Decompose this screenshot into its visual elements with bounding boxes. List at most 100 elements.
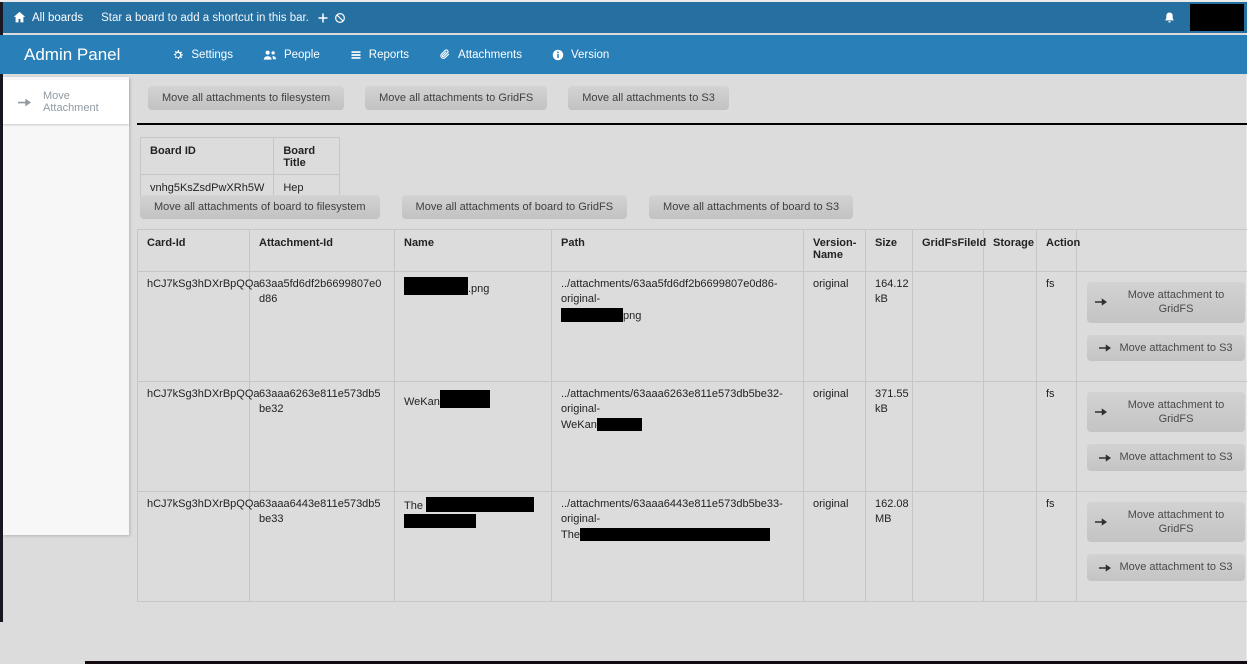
redacted-text xyxy=(580,528,770,541)
redacted-text xyxy=(561,308,623,322)
move-attachment-to-gridfs-button[interactable]: Move attachment to GridFS xyxy=(1087,502,1245,543)
admin-sidebar: Move Attachment xyxy=(3,77,129,535)
name-cell: WeKan xyxy=(395,381,552,491)
attachments-table: Card-Id Attachment-Id Name Path Version-… xyxy=(137,229,1247,602)
sidebar-item-move-attachment[interactable]: Move Attachment xyxy=(3,80,129,124)
move-board-to-gridfs-button[interactable]: Move all attachments of board to GridFS xyxy=(402,195,627,219)
path-cell: ../attachments/63aa5fd6df2b6699807e0d86-… xyxy=(552,272,804,382)
redacted-text xyxy=(597,418,642,431)
admin-tabs: Settings People Reports Attachments Vers… xyxy=(172,48,609,61)
move-attachment-to-s3-button[interactable]: Move attachment to S3 xyxy=(1087,444,1245,470)
arrow-right-icon xyxy=(1095,407,1107,417)
paperclip-icon xyxy=(439,48,451,61)
attachment-row: hCJ7kSg3hDXrBpQQa 63aaa6263e811e573db5be… xyxy=(138,381,1247,491)
attachment-id-cell: 63aa5fd6df2b6699807e0d86 xyxy=(250,272,395,382)
redacted-text xyxy=(440,390,490,408)
all-boards-label: All boards xyxy=(32,12,83,24)
name-cell: The xyxy=(395,491,552,601)
admin-header: Admin Panel Settings People Reports Atta… xyxy=(0,35,1247,74)
move-all-to-s3-button[interactable]: Move all attachments to S3 xyxy=(568,86,729,110)
arrow-right-icon xyxy=(1095,517,1107,527)
tab-attachments[interactable]: Attachments xyxy=(439,48,522,61)
storage-header: Storage xyxy=(984,230,1037,272)
card-id-cell: hCJ7kSg3hDXrBpQQa xyxy=(138,381,250,491)
gridfsfileid-header: GridFsFileId xyxy=(913,230,984,272)
gear-icon xyxy=(172,49,184,61)
list-icon xyxy=(350,49,362,61)
gridfsfileid-cell xyxy=(913,491,984,601)
notifications-bell-icon[interactable] xyxy=(1163,11,1176,25)
action-cell: fs xyxy=(1037,272,1077,382)
arrow-right-icon xyxy=(1099,343,1111,353)
buttons-header xyxy=(1077,230,1247,272)
global-actions: Move all attachments to filesystem Move … xyxy=(148,86,729,110)
storage-cell xyxy=(984,381,1037,491)
action-cell: fs xyxy=(1037,381,1077,491)
version-name-header: Version-Name xyxy=(804,230,866,272)
attachments-header-row: Card-Id Attachment-Id Name Path Version-… xyxy=(138,230,1247,272)
row-actions-cell: Move attachment to GridFS Move attachmen… xyxy=(1077,381,1247,491)
tab-settings[interactable]: Settings xyxy=(172,49,233,61)
info-icon xyxy=(552,49,564,61)
attachment-id-cell: 63aaa6263e811e573db5be32 xyxy=(250,381,395,491)
redacted-user-info xyxy=(1190,4,1244,31)
tab-reports-label: Reports xyxy=(369,49,409,61)
version-name-cell: original xyxy=(804,381,866,491)
move-all-to-filesystem-button[interactable]: Move all attachments to filesystem xyxy=(148,86,344,110)
gridfsfileid-cell xyxy=(913,272,984,382)
size-cell: 162.08 MB xyxy=(866,491,913,601)
ban-icon[interactable] xyxy=(334,12,346,24)
move-attachment-to-gridfs-button[interactable]: Move attachment to GridFS xyxy=(1087,392,1245,433)
divider xyxy=(137,123,1247,125)
arrow-right-icon xyxy=(1099,453,1111,463)
people-icon xyxy=(263,49,277,61)
attachment-id-cell: 63aaa6443e811e573db5be33 xyxy=(250,491,395,601)
tab-people[interactable]: People xyxy=(263,49,320,61)
move-board-to-s3-button[interactable]: Move all attachments of board to S3 xyxy=(649,195,853,219)
row-actions-cell: Move attachment to GridFS Move attachmen… xyxy=(1077,491,1247,601)
board-summary-table: Board ID Board Title vnhg5KsZsdPwXRh5W H… xyxy=(140,137,340,204)
move-attachment-to-gridfs-button[interactable]: Move attachment to GridFS xyxy=(1087,282,1245,323)
size-cell: 371.55 kB xyxy=(866,381,913,491)
path-header: Path xyxy=(552,230,804,272)
attachment-row: hCJ7kSg3hDXrBpQQa 63aa5fd6df2b6699807e0d… xyxy=(138,272,1247,382)
move-all-to-gridfs-button[interactable]: Move all attachments to GridFS xyxy=(365,86,547,110)
home-icon xyxy=(13,11,26,24)
board-actions: Move all attachments of board to filesys… xyxy=(140,195,853,219)
sidebar-item-label: Move Attachment xyxy=(43,90,121,114)
size-header: Size xyxy=(866,230,913,272)
card-id-header: Card-Id xyxy=(138,230,250,272)
attachment-row: hCJ7kSg3hDXrBpQQa 63aaa6443e811e573db5be… xyxy=(138,491,1247,601)
all-boards-link[interactable]: All boards xyxy=(13,11,83,24)
name-header: Name xyxy=(395,230,552,272)
card-id-cell: hCJ7kSg3hDXrBpQQa xyxy=(138,491,250,601)
path-cell: ../attachments/63aaa6443e811e573db5be33-… xyxy=(552,491,804,601)
tab-version-label: Version xyxy=(571,49,609,61)
storage-cell xyxy=(984,491,1037,601)
storage-cell xyxy=(984,272,1037,382)
move-attachment-to-s3-button[interactable]: Move attachment to S3 xyxy=(1087,554,1245,580)
name-cell: .png xyxy=(395,272,552,382)
row-actions-cell: Move attachment to GridFS Move attachmen… xyxy=(1077,272,1247,382)
redacted-text xyxy=(404,514,476,528)
move-shortcut-icon[interactable] xyxy=(317,12,329,24)
page-title: Admin Panel xyxy=(24,45,120,65)
card-id-cell: hCJ7kSg3hDXrBpQQa xyxy=(138,272,250,382)
tab-reports[interactable]: Reports xyxy=(350,49,409,61)
size-cell: 164.12 kB xyxy=(866,272,913,382)
version-name-cell: original xyxy=(804,272,866,382)
board-id-header: Board ID xyxy=(141,138,274,175)
action-header: Action xyxy=(1037,230,1077,272)
tab-version[interactable]: Version xyxy=(552,49,609,61)
arrow-right-icon xyxy=(18,97,31,108)
wekan-admin-panel-page: { "topbar": { "all_boards_label": "All b… xyxy=(0,0,1247,664)
attachment-id-header: Attachment-Id xyxy=(250,230,395,272)
table-header-row: Board ID Board Title xyxy=(141,138,340,175)
move-board-to-filesystem-button[interactable]: Move all attachments of board to filesys… xyxy=(140,195,380,219)
redacted-text xyxy=(404,277,468,295)
move-attachment-to-s3-button[interactable]: Move attachment to S3 xyxy=(1087,335,1245,361)
star-board-hint: Star a board to add a shortcut in this b… xyxy=(101,12,309,24)
top-bar: All boards Star a board to add a shortcu… xyxy=(3,2,1247,33)
tab-attachments-label: Attachments xyxy=(458,49,522,61)
redacted-text xyxy=(426,497,534,512)
